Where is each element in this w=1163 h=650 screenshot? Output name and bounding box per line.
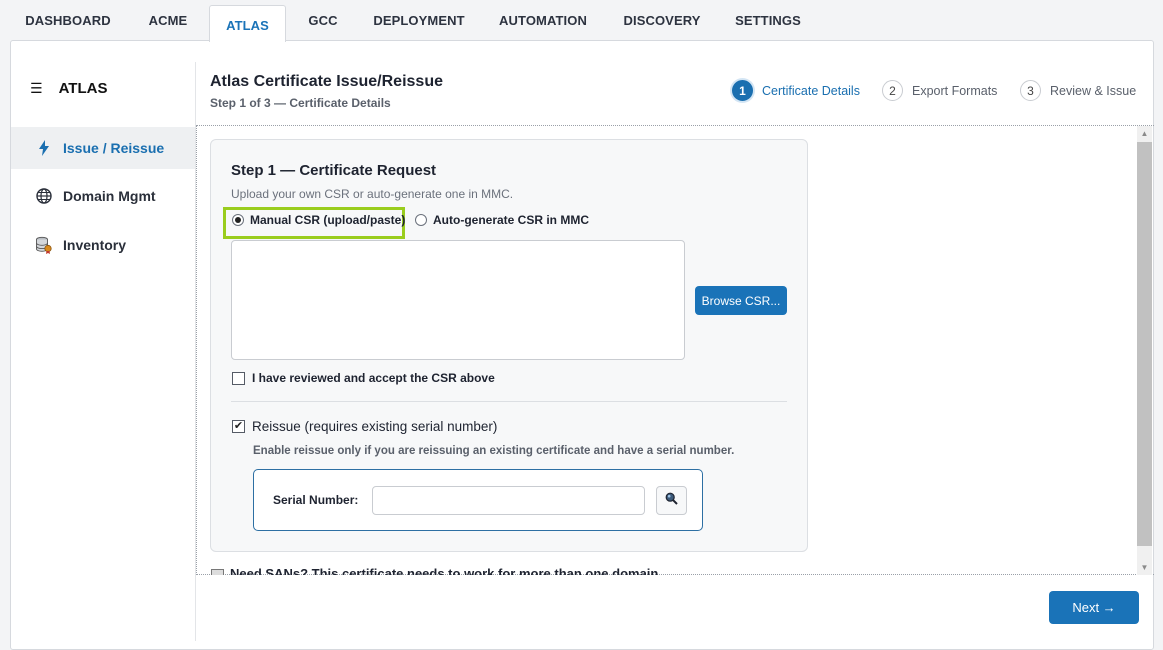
tab-acme[interactable]: ACME [138,0,198,41]
lightning-icon [35,139,53,157]
step-number: 2 [882,80,903,101]
sidebar-header: ☰ ATLAS [30,80,107,97]
card-title: Step 1 — Certificate Request [231,162,437,179]
serial-lookup-button[interactable] [656,486,687,515]
step-number: 1 [732,80,753,101]
need-sans-row[interactable]: Need SANs? This certificate needs to wor… [211,566,658,575]
csr-textarea[interactable] [231,240,685,360]
scroll-down-arrow-icon[interactable]: ▼ [1137,560,1152,575]
tab-automation[interactable]: AUTOMATION [490,0,596,41]
radio-auto-label: Auto-generate CSR in MMC [433,213,589,227]
browse-csr-button[interactable]: Browse CSR... [695,286,787,315]
page-title: Atlas Certificate Issue/Reissue [210,73,443,90]
sidebar-item-label: Inventory [63,237,127,253]
database-certificate-icon [35,236,53,254]
scroll-up-arrow-icon[interactable]: ▲ [1137,126,1152,141]
accept-csr-checkbox-row[interactable]: I have reviewed and accept the CSR above [232,371,495,385]
sidebar-item-domain-mgmt[interactable]: Domain Mgmt [11,175,195,217]
serial-number-label: Serial Number: [273,493,359,507]
step-label: Export Formats [912,83,998,98]
card-subtitle: Upload your own CSR or auto-generate one… [231,187,514,201]
need-sans-label: Need SANs? This certificate needs to wor… [230,566,659,575]
reissue-checkbox[interactable]: ✔ [232,420,245,433]
serial-number-input[interactable] [372,486,645,515]
reissue-note: Enable reissue only if you are reissuing… [253,445,735,457]
step-number: 3 [1020,80,1041,101]
scrollbar-thumb[interactable] [1137,142,1152,546]
radio-button-selected[interactable] [232,214,244,226]
radio-button[interactable] [415,214,427,226]
tab-atlas[interactable]: ATLAS [209,5,286,42]
accept-csr-checkbox[interactable] [232,371,245,385]
stepper-step-2[interactable]: 2 Export Formats [882,80,997,101]
tab-discovery[interactable]: DISCOVERY [614,0,710,41]
tab-deployment[interactable]: DEPLOYMENT [366,0,472,41]
step-label: Review & Issue [1050,83,1137,98]
vertical-scrollbar[interactable]: ▲ ▼ [1137,126,1152,575]
need-sans-checkbox[interactable] [211,569,224,575]
hamburger-icon[interactable]: ☰ [30,80,43,97]
step-label: Certificate Details [762,83,860,98]
sidebar-item-issue-reissue[interactable]: Issue / Reissue [11,127,195,169]
sidebar: ☰ ATLAS Issue / Reissue Domain Mgmt Inve… [11,62,195,641]
search-icon [665,492,678,510]
tab-gcc[interactable]: GCC [299,0,347,41]
globe-icon [35,187,53,205]
radio-manual-csr[interactable]: Manual CSR (upload/paste) [232,213,405,227]
reissue-checkbox-row[interactable]: ✔ Reissue (requires existing serial numb… [232,419,497,434]
accept-csr-label: I have reviewed and accept the CSR above [252,371,495,385]
radio-auto-generate[interactable]: Auto-generate CSR in MMC [415,213,589,227]
sidebar-item-label: Domain Mgmt [63,188,156,204]
sidebar-item-inventory[interactable]: Inventory [11,224,195,266]
page-subtitle: Step 1 of 3 — Certificate Details [210,96,391,110]
sidebar-item-label: Issue / Reissue [63,140,165,156]
radio-manual-label: Manual CSR (upload/paste) [250,213,406,227]
stepper-step-3[interactable]: 3 Review & Issue [1020,80,1136,101]
top-nav: DASHBOARD ACME ATLAS GCC DEPLOYMENT AUTO… [0,0,1163,42]
next-button[interactable]: Next → [1049,591,1139,624]
stepper-step-1[interactable]: 1 Certificate Details [732,80,860,101]
tab-settings[interactable]: SETTINGS [729,0,807,41]
sidebar-title: ATLAS [58,80,108,97]
section-divider [231,401,787,402]
reissue-label: Reissue (requires existing serial number… [252,419,498,434]
tab-dashboard[interactable]: DASHBOARD [18,0,118,41]
